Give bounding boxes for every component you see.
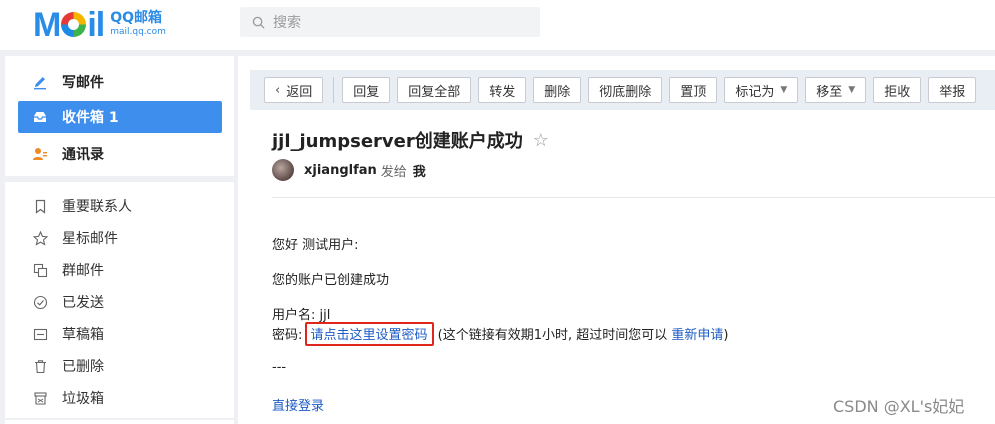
sidebar-item-spam[interactable]: 垃圾箱 <box>5 382 234 414</box>
reapply-link[interactable]: 重新申请 <box>671 328 723 343</box>
sidebar-item-drafts[interactable]: 草稿箱 <box>5 318 234 350</box>
contacts-icon <box>33 148 47 160</box>
username-value: jjl <box>319 308 331 323</box>
reject-button[interactable]: 拒收 <box>873 77 922 103</box>
recipient-name[interactable]: 我 <box>413 161 426 180</box>
back-button[interactable]: ‹ 返回 <box>264 77 324 103</box>
group-mail-icon <box>33 263 48 277</box>
spam-bin-icon <box>34 391 47 405</box>
sidebar-main-nav: 写邮件 收件箱 1 通讯录 <box>5 56 234 176</box>
move-to-dropdown[interactable]: 移至 ▼ <box>805 77 867 103</box>
chevron-left-icon: ‹ <box>275 82 281 98</box>
compose-button[interactable]: 写邮件 <box>18 66 222 98</box>
search-placeholder: 搜索 <box>273 15 301 31</box>
sidebar-item-group-mail[interactable]: 群邮件 <box>5 254 234 286</box>
forward-button[interactable]: 转发 <box>478 77 527 103</box>
mark-as-dropdown[interactable]: 标记为 ▼ <box>724 77 799 103</box>
mail-reading-pane: ‹ 返回 回复 回复全部 转发 删除 彻底删除 置顶 标记为 ▼ 移至 ▼ 拒收 举报… <box>238 56 995 424</box>
delete-button[interactable]: 删除 <box>533 77 582 103</box>
draft-icon <box>33 328 48 340</box>
sidebar-item-inbox[interactable]: 收件箱 1 <box>18 101 222 133</box>
pin-button[interactable]: 置顶 <box>669 77 718 103</box>
pencil-icon <box>34 77 46 90</box>
mail-toolbar: ‹ 返回 回复 回复全部 转发 删除 彻底删除 置顶 标记为 ▼ 移至 ▼ 拒收 举报 <box>250 70 995 110</box>
search-input[interactable]: 搜索 <box>240 7 540 37</box>
search-icon <box>252 16 265 29</box>
sidebar-item-important-contacts[interactable]: 重要联系人 <box>5 190 234 222</box>
logo-title: QQ邮箱 <box>110 10 163 26</box>
signature-separator: --- <box>272 360 287 375</box>
greeting-text: 您好 测试用户: <box>272 238 359 253</box>
set-password-link[interactable]: 请点击这里设置密码 <box>304 322 434 346</box>
sender-row: xjianglfan 发给 我 <box>272 159 426 181</box>
avatar[interactable] <box>272 159 294 181</box>
sidebar-bottom <box>5 420 234 424</box>
sidebar-item-starred[interactable]: 星标邮件 <box>5 222 234 254</box>
caret-down-icon: ▼ <box>848 85 856 95</box>
report-button[interactable]: 举报 <box>928 77 977 103</box>
direct-login-link[interactable]: 直接登录 <box>272 395 324 414</box>
logo-url: mail.qq.com <box>110 27 166 37</box>
sent-to-label: 发给 <box>380 164 407 180</box>
check-circle-icon <box>33 295 48 309</box>
qq-mail-logo[interactable]: Mil QQ邮箱 mail.qq.com <box>33 6 166 44</box>
toolbar-divider <box>333 77 335 103</box>
star-outline-icon[interactable]: ☆ <box>533 130 549 151</box>
account-created-text: 您的账户已创建成功 <box>272 273 390 288</box>
delete-forever-button[interactable]: 彻底删除 <box>588 77 663 103</box>
username-line: 用户名: jjl <box>272 308 331 323</box>
csdn-watermark: CSDN @XL's妃妃 <box>833 397 965 416</box>
logo-o-icon <box>61 12 87 37</box>
star-icon <box>33 230 48 246</box>
sidebar-item-sent[interactable]: 已发送 <box>5 286 234 318</box>
bookmark-icon <box>35 199 46 214</box>
reply-all-button[interactable]: 回复全部 <box>397 77 472 103</box>
password-line: 密码: 请点击这里设置密码 (这个链接有效期1小时, 超过时间您可以 重新申请) <box>272 322 729 346</box>
reply-button[interactable]: 回复 <box>342 77 391 103</box>
sender-name[interactable]: xjianglfan <box>304 163 377 178</box>
mail-subject: jjl_jumpserver创建账户成功 ☆ <box>272 129 549 153</box>
sidebar-item-deleted[interactable]: 已删除 <box>5 350 234 382</box>
inbox-icon <box>34 112 46 122</box>
sidebar-item-contacts[interactable]: 通讯录 <box>18 138 222 170</box>
caret-down-icon: ▼ <box>780 85 788 95</box>
logo-wordmark: Mil <box>33 6 105 44</box>
sidebar-folders: 重要联系人 星标邮件 群邮件 已发送 草稿箱 已删除 垃圾箱 <box>5 182 234 418</box>
header-divider <box>272 197 995 198</box>
top-bar: Mil QQ邮箱 mail.qq.com 搜索 <box>0 0 995 50</box>
trash-icon <box>35 359 46 373</box>
